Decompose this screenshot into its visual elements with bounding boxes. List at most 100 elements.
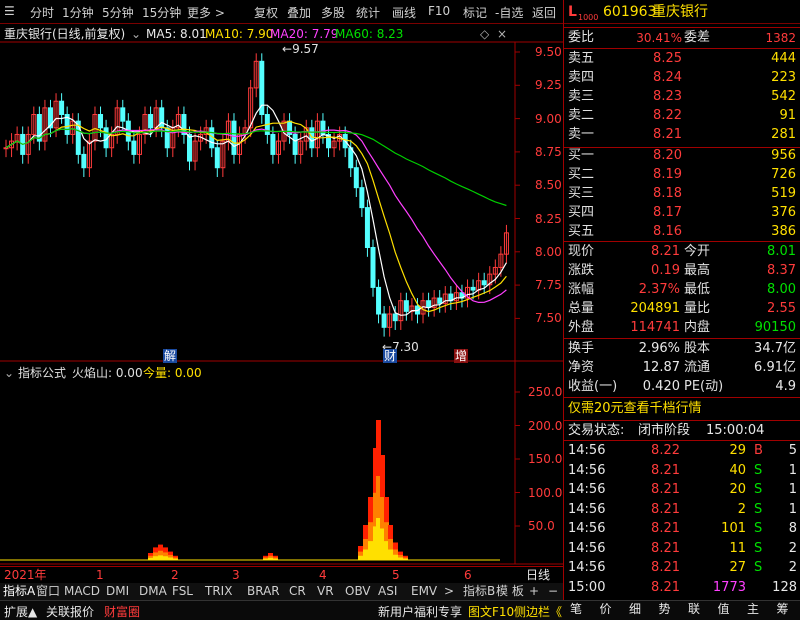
trade-time: 14:56 xyxy=(568,540,606,556)
indicator-tab[interactable]: ASI xyxy=(378,584,397,598)
tab-fenshi[interactable]: 分时 xyxy=(30,4,54,21)
book-volume: 281 xyxy=(771,127,796,142)
indicator-tab[interactable]: 指标A xyxy=(3,584,35,598)
level2-promo[interactable]: 仅需20元查看千档行情 xyxy=(568,402,702,416)
trade-status-time: 15:00:04 xyxy=(706,423,765,438)
quote-tab[interactable]: 价 xyxy=(600,602,612,616)
book-price[interactable]: 8.17 xyxy=(624,206,682,220)
indicator-tab[interactable]: 模 板 xyxy=(496,584,524,598)
quote-tab[interactable]: 细 xyxy=(629,602,641,616)
trade-direction: S xyxy=(754,540,763,556)
indicator-tab[interactable]: VR xyxy=(317,584,334,598)
trade-price: 8.21 xyxy=(651,540,680,556)
f10-link[interactable]: 图文F10 xyxy=(468,603,514,620)
trade-price: 8.21 xyxy=(651,482,680,497)
expand-tab[interactable]: 扩展▲ xyxy=(4,603,37,620)
book-price[interactable]: 8.22 xyxy=(624,109,682,123)
tool-overlay[interactable]: 叠加 xyxy=(287,4,311,21)
book-volume: 519 xyxy=(771,186,796,201)
stock-code: 601963 xyxy=(603,4,657,20)
event-tag-cai[interactable]: 财 xyxy=(383,349,398,363)
tool-multi[interactable]: 多股 xyxy=(321,4,345,21)
book-price[interactable]: 8.25 xyxy=(624,52,682,66)
stat-value: 8.01 xyxy=(767,244,796,259)
event-tag-jie[interactable]: 解 xyxy=(163,349,178,363)
menu-icon[interactable]: ☰ xyxy=(4,4,15,18)
kline-chart[interactable] xyxy=(0,24,563,584)
indicator-tab[interactable]: TRIX xyxy=(205,584,232,598)
book-price[interactable]: 8.18 xyxy=(624,187,682,201)
tool-stats[interactable]: 统计 xyxy=(356,4,380,21)
tool-fuquan[interactable]: 复权 xyxy=(254,4,278,21)
quote-tab[interactable]: 势 xyxy=(659,602,671,616)
tool-watchlist[interactable]: -自选 xyxy=(495,4,523,21)
trade-price: 8.21 xyxy=(651,462,680,478)
book-volume: 223 xyxy=(771,70,796,85)
indicator-tab[interactable]: CR xyxy=(289,584,306,598)
book-volume: 956 xyxy=(771,148,796,163)
trade-price: 8.21 xyxy=(651,560,680,575)
trade-price: 8.21 xyxy=(651,579,680,595)
quote-tab[interactable]: 联 xyxy=(688,602,700,616)
fin-value: 0.420 xyxy=(642,379,680,394)
stat-label: 总量 xyxy=(568,301,595,316)
tab-5min[interactable]: 5分钟 xyxy=(102,4,134,21)
book-level-label: 卖一 xyxy=(568,127,595,142)
related-quote-tab[interactable]: 关联报价 xyxy=(46,603,94,620)
tool-f10[interactable]: F10 xyxy=(428,4,450,18)
stat-value: 114741 xyxy=(630,320,680,335)
tab-more[interactable]: 更多 > xyxy=(187,4,225,21)
trade-direction: S xyxy=(754,501,763,517)
book-price[interactable]: 8.20 xyxy=(624,149,682,163)
stat-value: 0.19 xyxy=(651,263,680,278)
trade-time: 14:56 xyxy=(568,462,606,478)
indicator-tab[interactable]: 窗口 xyxy=(36,584,60,598)
indicator-collapse-icon[interactable]: ⌄ xyxy=(4,366,14,380)
book-volume: 386 xyxy=(771,224,796,239)
book-price[interactable]: 8.23 xyxy=(624,90,682,104)
indicator-tab[interactable]: BRAR xyxy=(247,584,280,598)
tool-draw[interactable]: 画线 xyxy=(392,4,416,21)
quote-tab[interactable]: 值 xyxy=(718,602,730,616)
stat-label: 内盘 xyxy=(684,320,711,335)
quote-tab[interactable]: 笔 xyxy=(570,602,582,616)
fin-value: 12.87 xyxy=(642,360,680,375)
trade-count: 8 xyxy=(788,521,797,536)
book-price[interactable]: 8.16 xyxy=(624,225,682,239)
event-tag-zeng[interactable]: 增 xyxy=(454,349,469,363)
tool-back[interactable]: 返回 xyxy=(532,4,556,21)
new-user-promo[interactable]: 新用户福利专享 xyxy=(378,603,462,620)
indicator-tick-label: 200.0 xyxy=(528,418,563,433)
indicator-tab[interactable]: > xyxy=(444,584,454,598)
quote-tab[interactable]: 筹 xyxy=(777,602,789,616)
wealth-circle-tab[interactable]: 财富圈 xyxy=(104,603,140,620)
book-price[interactable]: 8.19 xyxy=(624,168,682,182)
indicator-tab[interactable]: DMA xyxy=(139,584,167,598)
indicator-tab[interactable]: OBV xyxy=(345,584,371,598)
book-price[interactable]: 8.24 xyxy=(624,71,682,85)
stat-value: 204891 xyxy=(630,301,680,316)
quote-tab[interactable]: 主 xyxy=(747,602,759,616)
trade-status: 闭市阶段 xyxy=(638,423,691,438)
stock-name: 重庆银行 xyxy=(652,4,708,20)
tab-1min[interactable]: 1分钟 xyxy=(62,4,94,21)
indicator-tab[interactable]: 指标B xyxy=(463,584,495,598)
sidebar-toggle[interactable]: 侧边栏《 xyxy=(514,603,562,620)
indicator-tab[interactable]: + xyxy=(529,584,539,598)
indicator-tab[interactable]: DMI xyxy=(106,584,129,598)
book-volume: 726 xyxy=(771,167,796,182)
trade-volume: 40 xyxy=(729,462,746,478)
book-price[interactable]: 8.21 xyxy=(624,128,682,142)
indicator-tab[interactable]: MACD xyxy=(64,584,100,598)
stat-value: 8.00 xyxy=(767,282,796,297)
fin-label: PE(动) xyxy=(684,379,724,394)
stat-label: 最低 xyxy=(684,282,711,297)
indicator-tab[interactable]: FSL xyxy=(172,584,193,598)
trade-direction: S xyxy=(754,482,763,497)
tool-mark[interactable]: 标记 xyxy=(463,4,487,21)
book-level-label: 卖三 xyxy=(568,89,595,104)
indicator-tab[interactable]: EMV xyxy=(411,584,437,598)
indicator-tab[interactable]: − xyxy=(548,584,558,598)
tab-15min[interactable]: 15分钟 xyxy=(142,4,181,21)
price-tick-label: 8.75 xyxy=(535,144,562,159)
